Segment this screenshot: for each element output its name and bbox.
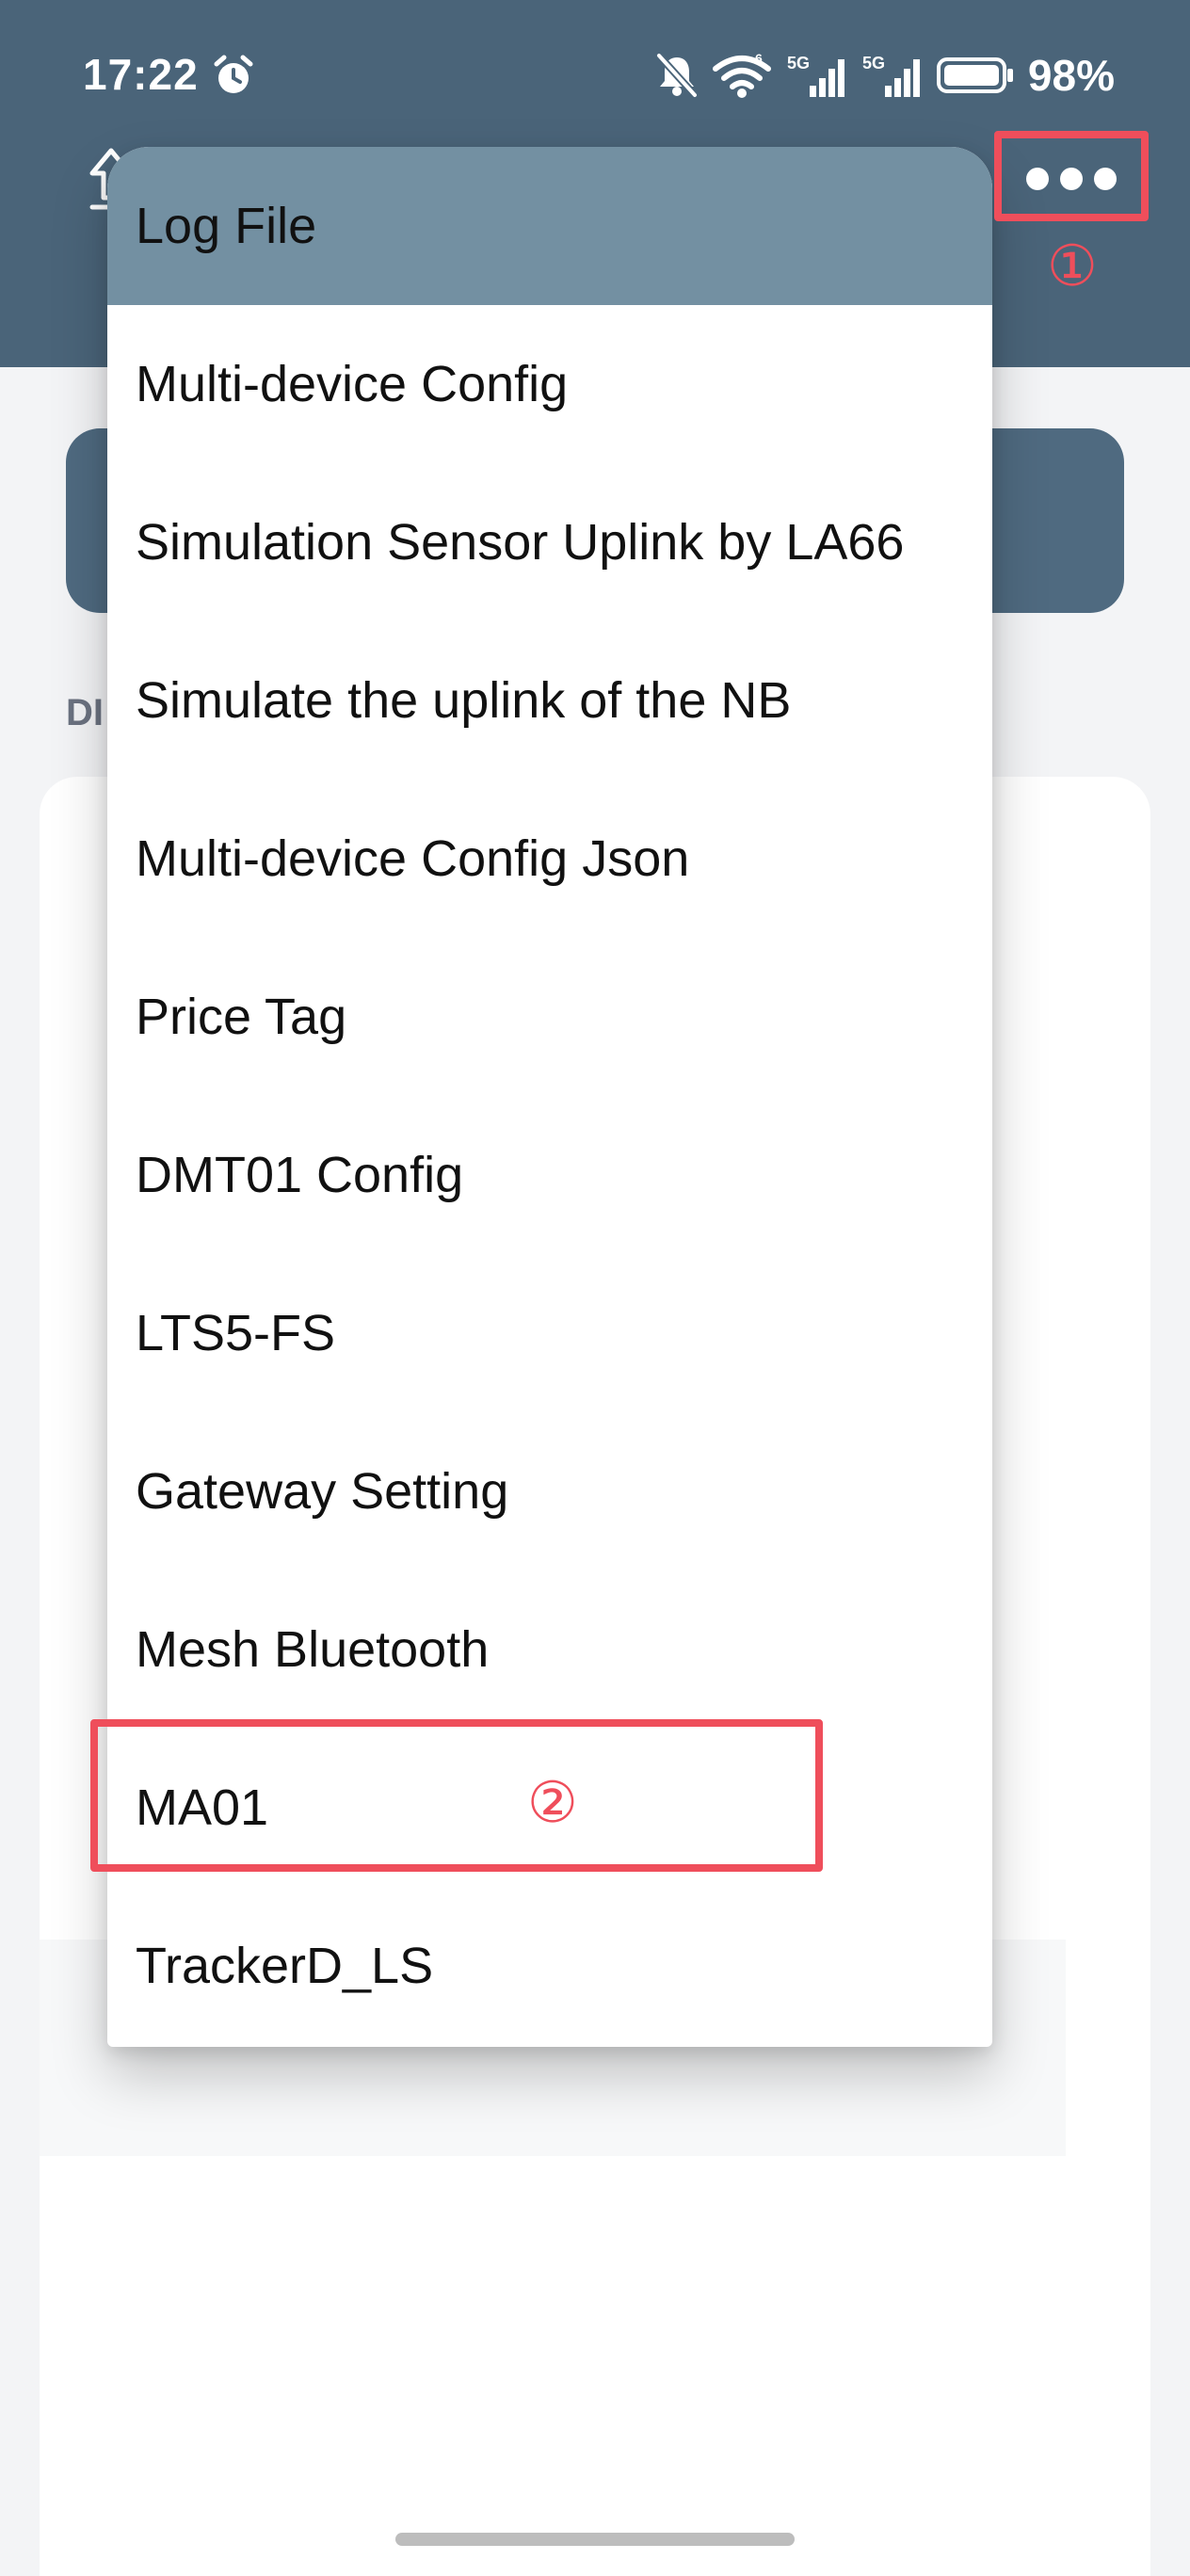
menu-item-label: Multi-device Config Json <box>136 830 690 887</box>
status-time: 17:22 <box>83 50 199 99</box>
home-indicator[interactable] <box>395 2533 795 2546</box>
menu-item-price-tag[interactable]: Price Tag <box>107 938 992 1096</box>
menu-item-dmt01-config[interactable]: DMT01 Config <box>107 1096 992 1254</box>
menu-item-gateway-setting[interactable]: Gateway Setting <box>107 1412 992 1570</box>
menu-item-simulation-sensor-uplink[interactable]: Simulation Sensor Uplink by LA66 <box>107 463 992 621</box>
menu-item-label: Log File <box>136 198 317 254</box>
cellular-signal-2-icon: 5G <box>862 54 920 97</box>
cellular-signal-1-icon: 5G <box>787 54 844 97</box>
menu-item-label: Simulation Sensor Uplink by LA66 <box>136 514 905 571</box>
menu-item-label: Multi-device Config <box>136 356 569 412</box>
network-type-label-1: 5G <box>787 54 810 72</box>
menu-item-label: Simulate the uplink of the NB <box>136 672 792 729</box>
annotation-box-ma01 <box>90 1719 823 1872</box>
menu-item-label: DMT01 Config <box>136 1147 464 1203</box>
menu-item-multi-device-config-json[interactable]: Multi-device Config Json <box>107 780 992 938</box>
wifi-icon: 6 <box>712 52 771 98</box>
menu-item-mesh-bluetooth[interactable]: Mesh Bluetooth <box>107 1570 992 1729</box>
menu-item-simulate-nb-uplink[interactable]: Simulate the uplink of the NB <box>107 621 992 780</box>
menu-item-label: LTS5-FS <box>136 1305 336 1361</box>
network-type-label-2: 5G <box>862 54 885 72</box>
menu-item-lts5-fs[interactable]: LTS5-FS <box>107 1254 992 1412</box>
app-screen: 17:22 6 5G 5G 98% DI Log File Multi-devi… <box>0 0 1190 2576</box>
menu-item-label: TrackerD_LS <box>136 1938 434 1994</box>
menu-item-trackerd-ls[interactable]: TrackerD_LS <box>107 1887 992 2045</box>
annotation-number-one: ① <box>1047 233 1098 299</box>
bell-muted-icon <box>655 53 698 98</box>
wifi-generation-label: 6 <box>755 52 763 66</box>
menu-item-log-file[interactable]: Log File <box>107 147 992 305</box>
menu-item-multi-device-config[interactable]: Multi-device Config <box>107 305 992 463</box>
menu-item-label: Gateway Setting <box>136 1463 509 1520</box>
status-bar: 17:22 6 5G 5G 98% <box>0 0 1190 151</box>
annotation-number-two: ② <box>527 1770 578 1836</box>
menu-item-label: Mesh Bluetooth <box>136 1621 490 1678</box>
alarm-clock-icon <box>214 55 253 93</box>
annotation-box-more-button <box>994 131 1149 221</box>
menu-item-label: Price Tag <box>136 989 347 1045</box>
battery-percentage: 98% <box>1027 51 1115 100</box>
battery-icon <box>936 57 1013 93</box>
status-icons: 6 5G 5G 98% <box>655 49 1115 102</box>
